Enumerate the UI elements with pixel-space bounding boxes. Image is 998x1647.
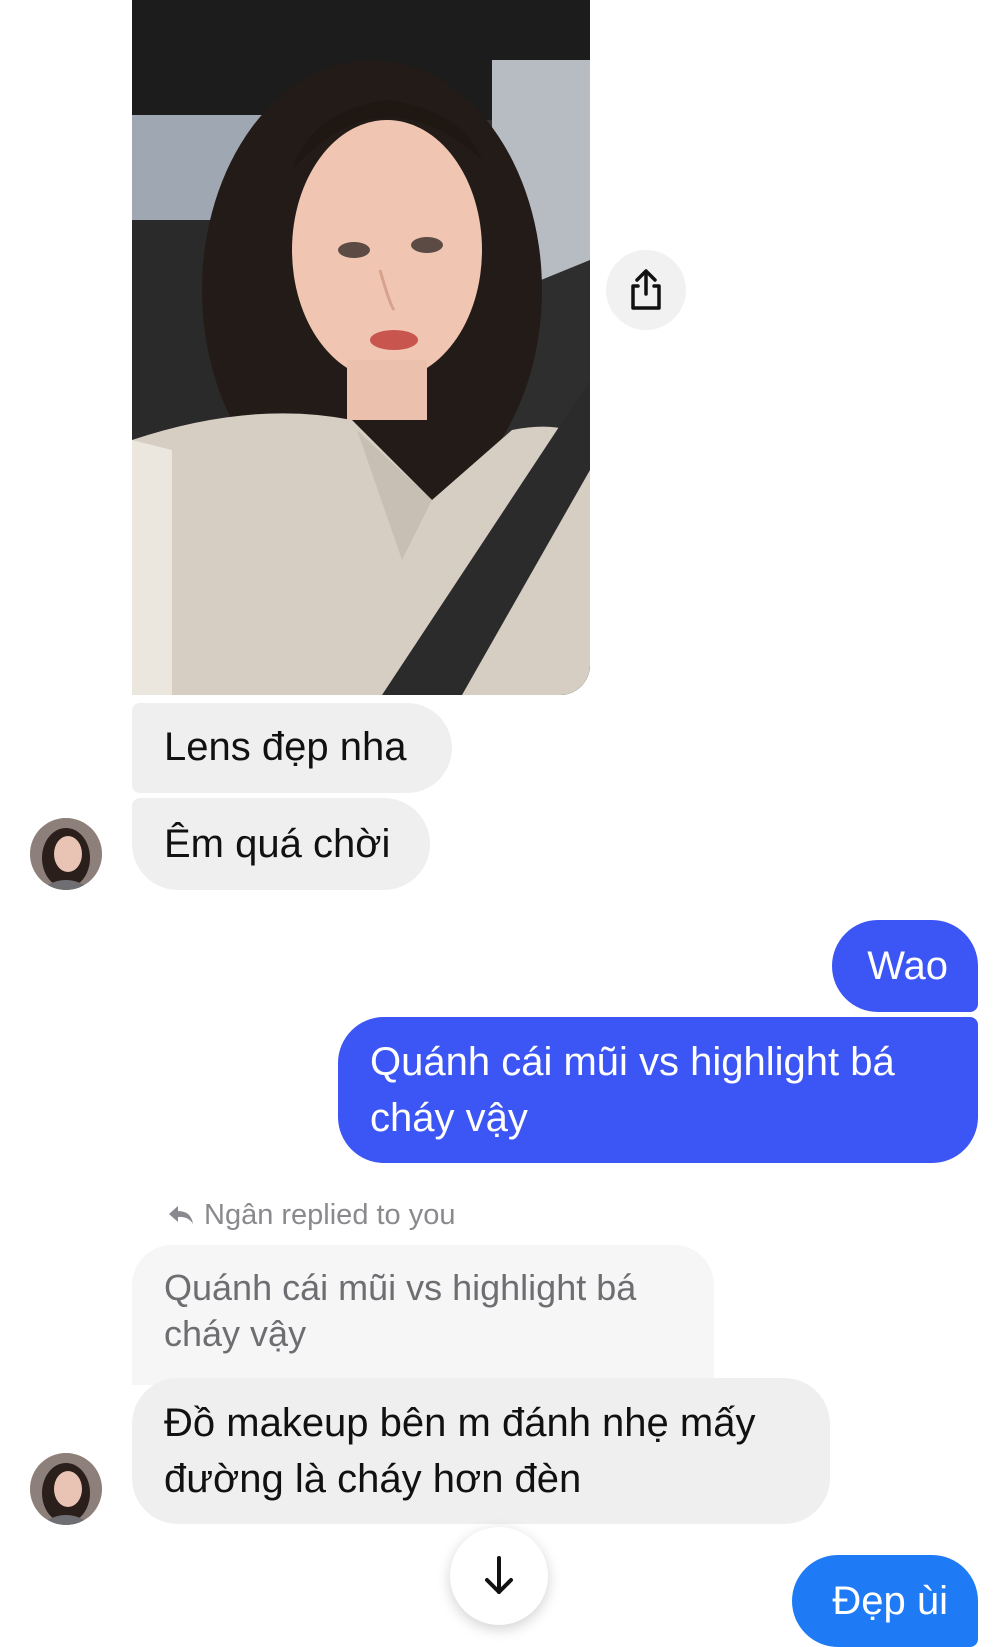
share-icon: [631, 269, 661, 310]
photo-image: [132, 0, 590, 695]
photo-attachment[interactable]: [132, 0, 590, 695]
reply-icon: [169, 1206, 193, 1224]
contact-avatar[interactable]: [30, 1453, 102, 1525]
avatar-image: [30, 818, 102, 890]
reply-indicator: Ngân replied to you: [166, 1195, 456, 1235]
quoted-message[interactable]: Quánh cái mũi vs highlight bá cháy vậy: [132, 1245, 714, 1385]
message-bubble-incoming[interactable]: Đồ makeup bên m đánh nhẹ mấy đường là ch…: [132, 1378, 830, 1524]
avatar-image: [30, 1453, 102, 1525]
contact-avatar[interactable]: [30, 818, 102, 890]
message-bubble-outgoing[interactable]: Wao: [832, 920, 978, 1012]
share-button[interactable]: [606, 250, 686, 330]
message-bubble-outgoing[interactable]: Quánh cái mũi vs highlight bá cháy vậy: [338, 1017, 978, 1163]
message-bubble-incoming[interactable]: Lens đẹp nha: [132, 703, 452, 793]
scroll-to-bottom-button[interactable]: [450, 1527, 548, 1625]
reply-label-text: Ngân replied to you: [204, 1198, 456, 1231]
message-bubble-incoming[interactable]: Êm quá chời: [132, 798, 430, 890]
message-bubble-outgoing[interactable]: Đẹp ùi: [792, 1555, 978, 1647]
arrow-down-icon: [485, 1556, 513, 1594]
